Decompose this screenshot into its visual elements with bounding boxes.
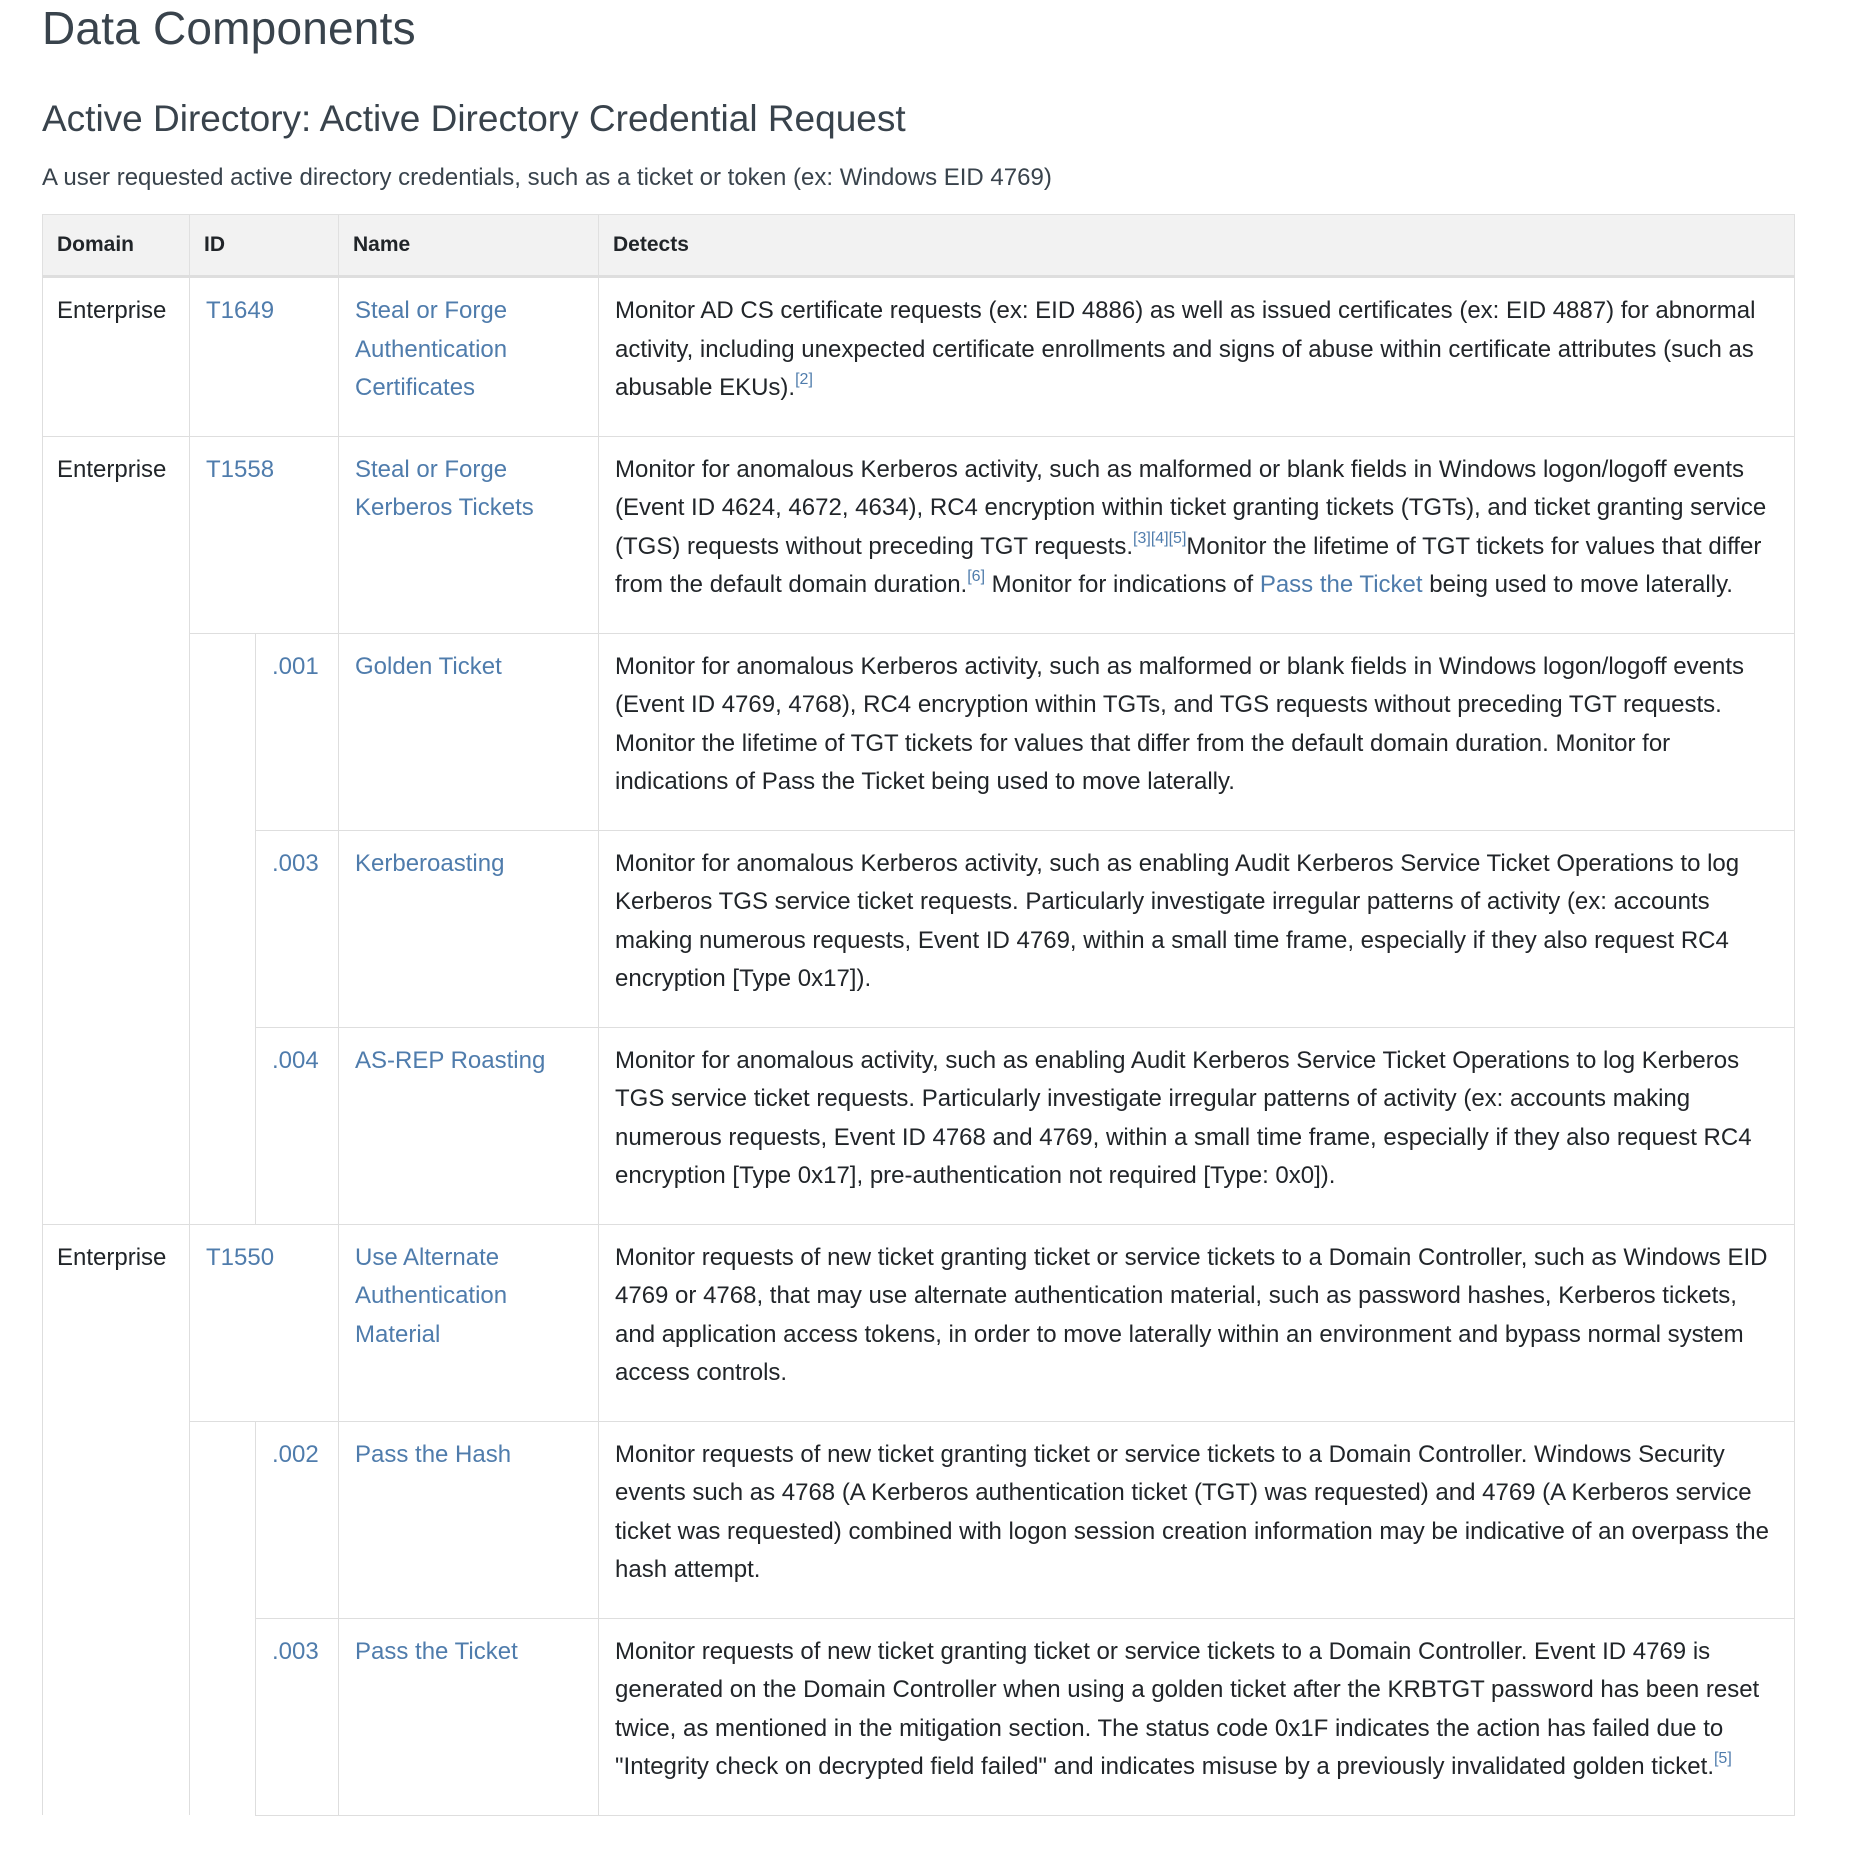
detects-cell: Monitor requests of new ticket granting … <box>598 1617 1795 1816</box>
column-header-id: ID <box>189 214 339 278</box>
technique-id-link[interactable]: T1649 <box>206 297 274 324</box>
sub-technique-name-link[interactable]: Pass the Hash <box>355 1441 511 1468</box>
technique-name-link[interactable]: Steal or Forge Authentication Certificat… <box>355 297 507 401</box>
sub-technique-row: .001 Golden Ticket Monitor for anomalous K… <box>43 632 1795 831</box>
detects-text: being used to move laterally. <box>1422 571 1733 598</box>
technique-id-link[interactable]: T1550 <box>206 1244 274 1271</box>
name-cell: AS-REP Roasting <box>338 1026 599 1225</box>
name-cell: Kerberoasting <box>338 829 599 1028</box>
sub-technique-id-link[interactable]: .004 <box>272 1047 319 1074</box>
technique-id-cell: T1558 <box>189 435 339 634</box>
technique-id-link[interactable]: T1558 <box>206 456 274 483</box>
sub-technique-id-cell: .003 <box>255 829 339 1028</box>
parent-id-spacer <box>189 1421 256 1618</box>
sub-technique-id-link[interactable]: .003 <box>272 850 319 877</box>
detects-cell: Monitor for anomalous activity, such as … <box>598 1026 1795 1225</box>
name-cell: Pass the Ticket <box>338 1617 599 1816</box>
sub-technique-name-link[interactable]: Kerberoasting <box>355 850 504 877</box>
sub-technique-id-cell: .001 <box>255 632 339 831</box>
sub-technique-id-cell: .003 <box>255 1617 339 1816</box>
table-body: Enterprise T1649 Steal or Forge Authentica… <box>42 276 1795 1816</box>
sub-technique-name-link[interactable]: Golden Ticket <box>355 653 502 680</box>
detects-text: Monitor for anomalous activity, such as … <box>615 1046 1752 1190</box>
detects-text: Monitor requests of new ticket granting … <box>615 1440 1769 1584</box>
technique-row: Enterprise T1649 Steal or Forge Authentica… <box>42 276 1795 437</box>
sub-technique-name-link[interactable]: Pass the Ticket <box>355 1638 518 1665</box>
detects-cell: Monitor requests of new ticket granting … <box>598 1420 1795 1619</box>
citation-ref-link[interactable]: [2] <box>795 371 813 388</box>
technique-row: Enterprise T1558 Steal or Forge Kerberos T… <box>42 435 1795 1224</box>
sub-technique-id-link[interactable]: .001 <box>272 653 319 680</box>
detects-cell: Monitor requests of new ticket granting … <box>598 1223 1795 1422</box>
technique-name-link[interactable]: Steal or Forge Kerberos Tickets <box>355 456 534 522</box>
sub-technique-row: .003 Kerberoasting Monitor for anomalous K… <box>43 829 1795 1028</box>
column-header-domain: Domain <box>42 214 190 278</box>
data-components-table: Domain ID Name Detects Enterprise T1649 St… <box>42 214 1795 1816</box>
parent-id-spacer <box>189 633 256 830</box>
detects-cell: Monitor for anomalous Kerberos activity,… <box>598 632 1795 831</box>
name-cell: Steal or Forge Kerberos Tickets <box>338 435 599 634</box>
technique-id-cell: T1550 <box>189 1223 339 1422</box>
sub-technique-id-link[interactable]: .003 <box>272 1638 319 1665</box>
detects-text: Monitor for indications of <box>985 571 1260 598</box>
domain-cell: Enterprise <box>42 435 190 1224</box>
detects-text: Monitor requests of new ticket granting … <box>615 1243 1768 1387</box>
name-cell: Steal or Forge Authentication Certificat… <box>338 276 599 437</box>
domain-cell: Enterprise <box>42 1223 190 1815</box>
technique-row: Enterprise T1550 Use Alternate Authenticat… <box>42 1223 1795 1815</box>
column-header-detects: Detects <box>598 214 1795 278</box>
technique-name-link[interactable]: Use Alternate Authentication Material <box>355 1244 507 1348</box>
sub-technique-id-link[interactable]: .002 <box>272 1441 319 1468</box>
domain-cell: Enterprise <box>42 276 190 436</box>
parent-id-spacer <box>189 1618 256 1815</box>
detects-text: Monitor AD CS certificate requests (ex: … <box>615 297 1756 401</box>
sub-technique-row: .002 Pass the Hash Monitor requests of new… <box>43 1420 1795 1619</box>
sub-technique-row: .003 Pass the Ticket Monitor requests of n… <box>43 1617 1795 1816</box>
name-cell: Golden Ticket <box>338 632 599 831</box>
column-header-name: Name <box>338 214 599 278</box>
citation-ref-link[interactable]: [5] <box>1714 1750 1732 1767</box>
sub-technique-row: .004 AS-REP Roasting Monitor for anomalous… <box>43 1026 1795 1225</box>
citation-ref-link[interactable]: [3] <box>1133 530 1151 547</box>
detects-text: Monitor for anomalous Kerberos activity,… <box>615 849 1740 993</box>
sub-technique-id-cell: .002 <box>255 1420 339 1619</box>
detects-text: Monitor for anomalous Kerberos activity,… <box>615 652 1744 796</box>
name-cell: Use Alternate Authentication Material <box>338 1223 599 1422</box>
sub-technique-id-cell: .004 <box>255 1026 339 1225</box>
name-cell: Pass the Hash <box>338 1420 599 1619</box>
table-header-row: Domain ID Name Detects <box>42 214 1795 278</box>
detects-text: Monitor requests of new ticket granting … <box>615 1637 1760 1781</box>
citation-ref-link[interactable]: [4] <box>1151 530 1169 547</box>
citation-ref-link[interactable]: [5] <box>1169 530 1187 547</box>
sub-technique-name-link[interactable]: AS-REP Roasting <box>355 1047 545 1074</box>
parent-id-spacer <box>189 830 256 1027</box>
section-title: Active Directory: Active Directory Crede… <box>42 98 906 139</box>
detects-cell: Monitor for anomalous Kerberos activity,… <box>598 829 1795 1028</box>
detects-cell: Monitor AD CS certificate requests (ex: … <box>598 276 1795 437</box>
page-title: Data Components <box>42 2 416 54</box>
parent-id-spacer <box>189 1027 256 1224</box>
detects-cell: Monitor for anomalous Kerberos activity,… <box>598 435 1795 634</box>
section-description: A user requested active directory creden… <box>42 164 1052 191</box>
technique-id-cell: T1649 <box>189 276 339 437</box>
citation-ref-link[interactable]: [6] <box>967 568 985 585</box>
inline-technique-link[interactable]: Pass the Ticket <box>1260 571 1423 598</box>
